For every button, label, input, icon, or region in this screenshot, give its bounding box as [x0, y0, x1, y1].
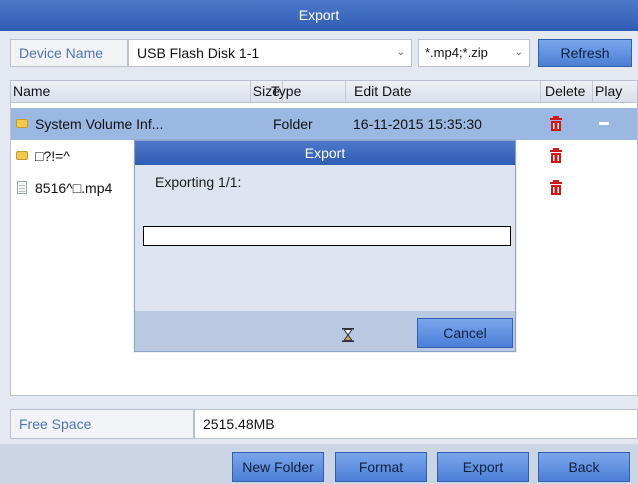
chevron-down-icon: ⌄: [514, 47, 523, 58]
header-type: Type: [271, 83, 302, 99]
file-icon: [17, 181, 27, 194]
export-progress-bar: [143, 226, 511, 246]
export-button[interactable]: Export: [437, 452, 529, 482]
cancel-button[interactable]: Cancel: [417, 318, 513, 348]
row-type: Folder: [273, 116, 313, 132]
bottom-toolbar: New Folder Format Export Back: [0, 444, 638, 484]
export-window: Export Device Name USB Flash Disk 1-1 ⌄ …: [0, 0, 638, 484]
header-edit-date: Edit Date: [345, 81, 541, 103]
file-list-header: Name Size Type Edit Date Delete Play: [11, 81, 637, 103]
device-name-label: Device Name: [10, 39, 128, 67]
free-space-label: Free Space: [10, 409, 194, 439]
chevron-down-icon: ⌄: [396, 47, 405, 58]
row-name: 8516^□.mp4: [35, 180, 113, 196]
delete-icon[interactable]: [549, 180, 563, 195]
table-row[interactable]: System Volume Inf... Folder 16-11-2015 1…: [11, 108, 637, 140]
file-filter-select[interactable]: *.mp4;*.zip ⌄: [418, 39, 530, 67]
folder-icon: [16, 151, 28, 160]
dialog-footer: Cancel: [135, 311, 515, 351]
row-edit-date: 16-11-2015 15:35:30: [353, 116, 482, 132]
hourglass-icon: [342, 328, 354, 342]
device-row: Device Name USB Flash Disk 1-1 ⌄ *.mp4;*…: [0, 33, 638, 73]
dialog-title: Export: [135, 141, 515, 165]
delete-icon[interactable]: [549, 148, 563, 163]
back-button[interactable]: Back: [538, 452, 630, 482]
export-status-text: Exporting 1/1:: [155, 174, 242, 190]
format-button[interactable]: Format: [335, 452, 427, 482]
window-title: Export: [0, 0, 638, 31]
device-select[interactable]: USB Flash Disk 1-1 ⌄: [128, 39, 412, 67]
delete-icon[interactable]: [549, 116, 563, 131]
header-delete: Delete: [541, 81, 593, 103]
device-select-value: USB Flash Disk 1-1: [137, 45, 260, 61]
row-name: □?!=^: [35, 148, 70, 164]
play-icon[interactable]: [599, 122, 609, 125]
free-space-value: 2515.48MB: [194, 409, 638, 439]
new-folder-button[interactable]: New Folder: [232, 452, 324, 482]
export-progress-dialog: Export Exporting 1/1: Cancel: [134, 140, 516, 352]
header-play: Play: [595, 83, 623, 99]
free-space-row: Free Space 2515.48MB: [10, 409, 638, 439]
refresh-button[interactable]: Refresh: [538, 39, 632, 67]
row-name: System Volume Inf...: [35, 116, 164, 132]
header-name: Name: [11, 81, 251, 103]
file-filter-value: *.mp4;*.zip: [425, 45, 488, 60]
folder-icon: [16, 119, 28, 128]
